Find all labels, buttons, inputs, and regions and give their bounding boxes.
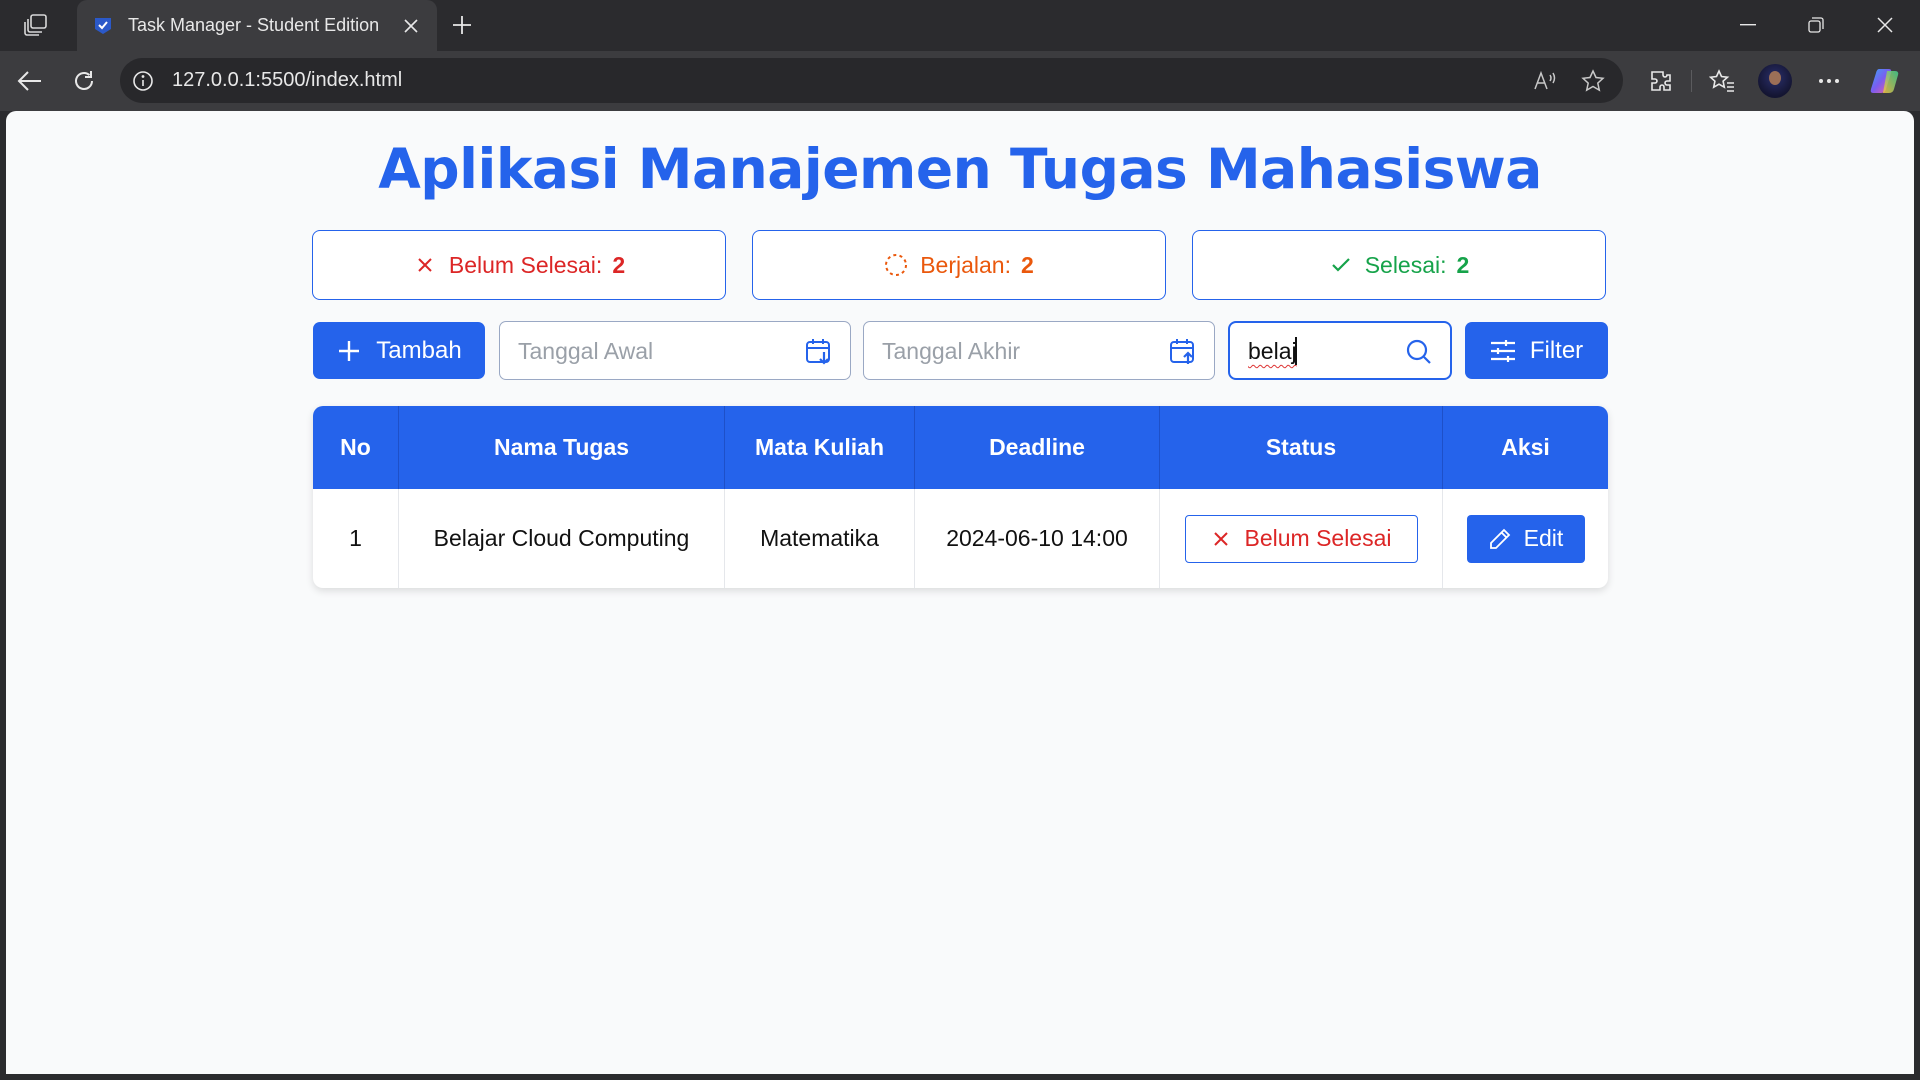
toolbar-separator bbox=[1691, 70, 1692, 92]
browser-titlebar: Task Manager - Student Edition bbox=[0, 0, 1920, 51]
end-date-placeholder: Tanggal Akhir bbox=[882, 338, 1021, 364]
stat-label: Berjalan: bbox=[920, 251, 1011, 278]
search-input[interactable]: belaj bbox=[1228, 321, 1452, 380]
stat-count: 2 bbox=[1020, 251, 1034, 278]
more-options-icon[interactable] bbox=[1812, 64, 1846, 98]
spinner-icon bbox=[884, 253, 908, 277]
status-toggle-button[interactable]: Belum Selesai bbox=[1184, 514, 1418, 563]
back-icon[interactable] bbox=[13, 64, 47, 98]
edit-label: Edit bbox=[1523, 525, 1564, 551]
copilot-icon[interactable] bbox=[1868, 64, 1902, 98]
add-task-button[interactable]: Tambah bbox=[313, 322, 485, 379]
filter-label: Filter bbox=[1529, 336, 1584, 364]
restore-icon[interactable] bbox=[1796, 10, 1836, 40]
stat-belum-selesai: Belum Selesai: 2 bbox=[312, 230, 726, 300]
task-table: No Nama Tugas Mata Kuliah Deadline Statu… bbox=[313, 406, 1608, 588]
calendar-down-icon[interactable] bbox=[804, 337, 834, 367]
text-caret bbox=[1295, 337, 1297, 365]
stat-label: Selesai: bbox=[1364, 251, 1447, 278]
workspaces-icon[interactable] bbox=[20, 11, 52, 39]
favorites-icon[interactable] bbox=[1705, 64, 1739, 98]
stat-count: 2 bbox=[1456, 251, 1470, 278]
reload-icon[interactable] bbox=[67, 64, 101, 98]
cell-status: Belum Selesai bbox=[1159, 489, 1442, 588]
cell-deadline: 2024-06-10 14:00 bbox=[914, 489, 1159, 588]
header-deadline: Deadline bbox=[914, 406, 1159, 489]
profile-avatar[interactable] bbox=[1758, 64, 1792, 98]
table-header: No Nama Tugas Mata Kuliah Deadline Statu… bbox=[313, 406, 1608, 489]
cell-course: Matematika bbox=[724, 489, 914, 588]
header-status: Status bbox=[1159, 406, 1442, 489]
extensions-icon[interactable] bbox=[1644, 64, 1678, 98]
cell-no: 1 bbox=[349, 525, 362, 551]
cell-action: Edit bbox=[1442, 489, 1608, 588]
check-icon bbox=[1329, 253, 1353, 277]
stat-label: Belum Selesai: bbox=[448, 251, 603, 278]
address-bar[interactable]: 127.0.0.1:5500/index.html bbox=[120, 58, 1623, 103]
header-mata-kuliah: Mata Kuliah bbox=[724, 406, 914, 489]
start-date-input[interactable]: Tanggal Awal bbox=[499, 321, 851, 380]
calendar-up-icon[interactable] bbox=[1168, 337, 1198, 367]
new-tab-icon[interactable] bbox=[448, 11, 476, 39]
header-nama-tugas: Nama Tugas bbox=[398, 406, 724, 489]
cell-task-name: Belajar Cloud Computing bbox=[398, 489, 724, 588]
status-label: Belum Selesai bbox=[1244, 525, 1392, 551]
page-title: Aplikasi Manajemen Tugas Mahasiswa bbox=[378, 137, 1542, 201]
x-icon bbox=[1210, 528, 1232, 550]
page-viewport: Aplikasi Manajemen Tugas Mahasiswa Belum… bbox=[6, 111, 1914, 1074]
pencil-icon bbox=[1488, 527, 1512, 551]
header-no: No bbox=[340, 434, 371, 460]
sliders-icon bbox=[1490, 338, 1516, 364]
minimize-icon[interactable] bbox=[1728, 10, 1768, 40]
close-window-icon[interactable] bbox=[1865, 10, 1905, 40]
header-aksi: Aksi bbox=[1442, 406, 1608, 489]
filter-button[interactable]: Filter bbox=[1465, 322, 1608, 379]
favorite-star-icon[interactable] bbox=[1579, 67, 1607, 95]
stat-count: 2 bbox=[612, 251, 626, 278]
search-icon[interactable] bbox=[1404, 337, 1434, 367]
task-favicon-icon bbox=[92, 15, 114, 37]
plus-icon bbox=[336, 338, 362, 364]
close-tab-icon[interactable] bbox=[399, 14, 423, 38]
site-info-icon[interactable] bbox=[130, 68, 156, 94]
browser-toolbar: 127.0.0.1:5500/index.html bbox=[0, 51, 1920, 111]
stat-berjalan: Berjalan: 2 bbox=[752, 230, 1166, 300]
end-date-input[interactable]: Tanggal Akhir bbox=[863, 321, 1215, 380]
add-task-label: Tambah bbox=[376, 336, 462, 364]
read-aloud-icon[interactable] bbox=[1531, 67, 1559, 95]
stat-selesai: Selesai: 2 bbox=[1192, 230, 1606, 300]
browser-tab-active[interactable]: Task Manager - Student Edition bbox=[77, 0, 437, 51]
start-date-placeholder: Tanggal Awal bbox=[518, 338, 654, 364]
search-value: belaj bbox=[1248, 338, 1297, 364]
url-text: 127.0.0.1:5500/index.html bbox=[172, 69, 403, 91]
table-row: 1 Belajar Cloud Computing Matematika 202… bbox=[313, 489, 1608, 588]
x-icon bbox=[413, 253, 437, 277]
edit-button[interactable]: Edit bbox=[1466, 514, 1585, 563]
tab-title: Task Manager - Student Edition bbox=[128, 15, 380, 35]
